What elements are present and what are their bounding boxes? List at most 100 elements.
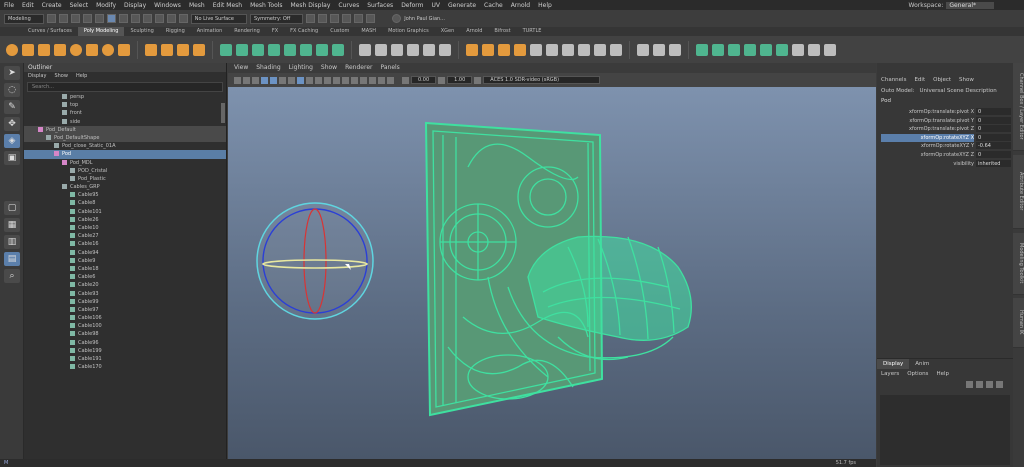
menu-select[interactable]: Select: [70, 2, 89, 9]
outliner-row[interactable]: Cable97: [24, 306, 226, 314]
outliner-row[interactable]: Cable96: [24, 339, 226, 347]
bevel-icon[interactable]: [332, 43, 344, 56]
symmetry-dropdown[interactable]: Symmetry: Off: [250, 13, 304, 24]
channel-attr-value[interactable]: 0: [976, 133, 1011, 141]
image-plane-icon[interactable]: [252, 76, 259, 84]
usd-grid-icon[interactable]: [808, 43, 820, 56]
outliner-row[interactable]: Cable8: [24, 199, 226, 207]
outliner-row[interactable]: Cable9: [24, 257, 226, 265]
shelf-tab-animation[interactable]: Animation: [191, 27, 229, 36]
outliner-row[interactable]: top: [24, 101, 226, 109]
svg-icon[interactable]: [193, 43, 205, 56]
channel-row[interactable]: xformOp:translate:pivot Y0: [879, 116, 1011, 125]
shelf-tab-turtle[interactable]: TURTLE: [517, 27, 548, 36]
poly-disc-icon[interactable]: [102, 43, 114, 56]
anti-aliasing-icon[interactable]: [351, 76, 358, 84]
render-settings-icon[interactable]: [342, 14, 352, 23]
live-surface-field[interactable]: No Live Surface: [190, 13, 247, 24]
paint-select-icon[interactable]: ✎: [4, 100, 20, 114]
channel-row[interactable]: xformOp:rotateXYZ Y -0.64: [879, 142, 1011, 150]
xray-icon[interactable]: [369, 76, 376, 84]
layer-tab-display[interactable]: Display: [877, 359, 910, 369]
new-layer-selected-icon[interactable]: [976, 381, 983, 388]
channel-attr-value[interactable]: 0: [976, 116, 1011, 124]
save-scene-icon[interactable]: [70, 14, 80, 23]
menu-file[interactable]: File: [4, 2, 14, 9]
side-tab-attribute-editor[interactable]: Attribute Editor: [1013, 155, 1024, 229]
outliner-row[interactable]: Cable99: [24, 298, 226, 306]
mode-dropdown[interactable]: Modeling: [4, 13, 44, 24]
exposure-field[interactable]: 0.00: [411, 76, 437, 84]
type-text-icon[interactable]: [177, 43, 189, 56]
outliner-row[interactable]: Cable94: [24, 249, 226, 257]
shelf-tab-fx[interactable]: FX: [266, 27, 284, 36]
four-pane-layout-icon[interactable]: ▦: [4, 218, 20, 232]
menu-create[interactable]: Create: [42, 2, 62, 9]
brush-icon[interactable]: [653, 43, 665, 56]
channel-row[interactable]: visibility inherited: [879, 159, 1011, 168]
select-component-icon[interactable]: [130, 14, 140, 23]
shadows-icon[interactable]: [333, 76, 340, 84]
move-layer-up-icon[interactable]: [986, 381, 993, 388]
separate-icon[interactable]: [236, 43, 248, 56]
shelf-tab-rendering[interactable]: Rendering: [228, 27, 266, 36]
outliner-scrollbar[interactable]: [221, 103, 225, 123]
outliner-row[interactable]: Pod_Plastic: [24, 175, 226, 183]
channel-row[interactable]: xformOp:translate:pivot X0: [879, 108, 1011, 116]
two-pane-layout-icon[interactable]: ▥: [4, 235, 20, 249]
extrude-icon[interactable]: [316, 43, 328, 56]
arnold-render-view-icon[interactable]: [366, 14, 376, 23]
usd-unload-icon[interactable]: [760, 43, 772, 56]
outliner-row[interactable]: Pod_DefaultShape: [24, 133, 226, 143]
layer-menu-help[interactable]: Help: [936, 371, 949, 377]
menu-cache[interactable]: Cache: [484, 2, 503, 9]
shelf-tab-custom[interactable]: Custom: [324, 27, 355, 36]
channel-attr-value[interactable]: inherited: [976, 159, 1011, 167]
rotate-manipulator[interactable]: [256, 202, 374, 320]
shelf-tab-sculpting[interactable]: Sculpting: [124, 27, 159, 36]
new-scene-icon[interactable]: [46, 14, 56, 23]
fill-hole-icon[interactable]: [439, 43, 451, 56]
poly-cone-icon[interactable]: [54, 43, 66, 56]
outliner-row[interactable]: Cable191: [24, 355, 226, 363]
hypershade-icon[interactable]: [354, 14, 364, 23]
pod-model-wireframe[interactable]: [424, 121, 692, 417]
smooth-shade-icon[interactable]: [306, 76, 313, 84]
channel-row[interactable]: xformOp:rotateXYZ Z0: [879, 151, 1011, 159]
outliner-row[interactable]: Cable100: [24, 322, 226, 330]
multi-cut-icon[interactable]: [359, 43, 371, 56]
menu-deform[interactable]: Deform: [401, 2, 423, 9]
mel-command-line[interactable]: M: [0, 459, 228, 467]
freeze-transform-icon[interactable]: [562, 43, 574, 56]
outliner-row[interactable]: Cable16: [24, 240, 226, 248]
side-tab-modeling-toolkit[interactable]: Modeling Toolkit: [1013, 233, 1024, 295]
viewport-menu-panels[interactable]: Panels: [380, 63, 399, 73]
channel-submenu-item[interactable]: Outo Model:: [881, 88, 914, 94]
platonic-solid-icon[interactable]: [118, 43, 130, 56]
usd-settings-icon[interactable]: [792, 43, 804, 56]
history-icon[interactable]: [306, 14, 316, 23]
sculpt-icon[interactable]: [669, 43, 681, 56]
camera-attributes-icon[interactable]: [234, 76, 241, 84]
poly-sphere-icon[interactable]: [6, 43, 18, 56]
outliner-row[interactable]: Cable106: [24, 314, 226, 322]
snap-point-icon[interactable]: [166, 14, 176, 23]
quad-draw-icon[interactable]: [407, 43, 419, 56]
wireframe-icon[interactable]: [297, 76, 304, 84]
bridge-icon[interactable]: [300, 43, 312, 56]
shelf-tab-rigging[interactable]: Rigging: [160, 27, 191, 36]
outliner-row[interactable]: Cable20: [24, 281, 226, 289]
menu-curves[interactable]: Curves: [338, 2, 359, 9]
shelf-tab-mash[interactable]: MASH: [355, 27, 382, 36]
snap-surface-icon[interactable]: [178, 14, 188, 23]
insert-edge-loop-icon[interactable]: [391, 43, 403, 56]
menu-mesh-tools[interactable]: Mesh Tools: [250, 2, 282, 9]
outliner-row[interactable]: Cable98: [24, 330, 226, 338]
uv-spherical-icon[interactable]: [498, 43, 510, 56]
lasso-tool-icon[interactable]: ◌: [4, 83, 20, 97]
center-pivot-icon[interactable]: [578, 43, 590, 56]
ambient-occlusion-icon[interactable]: [342, 76, 349, 84]
gamma-field[interactable]: 1.00: [447, 76, 473, 84]
target-weld-icon[interactable]: [375, 43, 387, 56]
3d-viewport[interactable]: [228, 87, 876, 459]
